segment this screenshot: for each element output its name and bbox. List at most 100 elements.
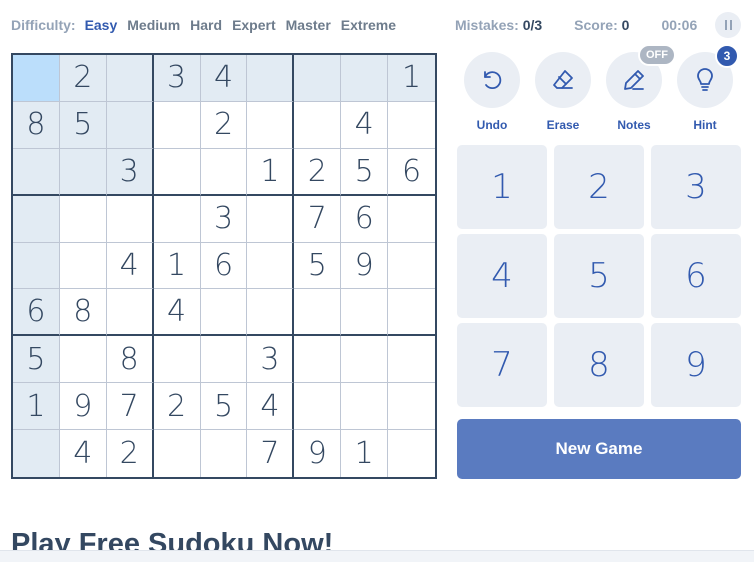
numpad-key[interactable]: 8 <box>554 323 644 407</box>
sudoku-cell[interactable] <box>247 289 295 337</box>
numpad-key[interactable]: 1 <box>457 145 547 229</box>
undo-button[interactable]: Undo <box>463 52 521 132</box>
sudoku-cell[interactable] <box>59 195 107 243</box>
numpad-key[interactable]: 4 <box>457 234 547 318</box>
difficulty-hard[interactable]: Hard <box>190 17 222 33</box>
sudoku-cell[interactable] <box>106 195 154 243</box>
sudoku-cell[interactable]: 5 <box>59 101 107 149</box>
sudoku-cell[interactable]: 1 <box>247 148 295 196</box>
sudoku-cell[interactable] <box>294 289 342 337</box>
sudoku-cell[interactable]: 2 <box>200 101 248 149</box>
sudoku-cell[interactable] <box>388 289 435 337</box>
difficulty-extreme[interactable]: Extreme <box>341 17 396 33</box>
sudoku-cell[interactable] <box>153 195 201 243</box>
sudoku-cell[interactable]: 1 <box>388 55 435 102</box>
sudoku-cell[interactable] <box>13 242 60 290</box>
sudoku-cell[interactable] <box>153 336 201 384</box>
sudoku-cell[interactable]: 5 <box>341 148 389 196</box>
sudoku-cell[interactable] <box>153 148 201 196</box>
sudoku-cell[interactable] <box>388 243 435 290</box>
sudoku-cell[interactable]: 1 <box>153 242 201 290</box>
numpad-key[interactable]: 6 <box>651 234 741 318</box>
notes-button[interactable]: OFF Notes <box>605 44 676 132</box>
sudoku-cell[interactable] <box>13 148 60 196</box>
sudoku-cell[interactable]: 9 <box>59 383 107 431</box>
sudoku-cell[interactable] <box>247 242 295 290</box>
sudoku-cell[interactable] <box>59 242 107 290</box>
sudoku-cell[interactable] <box>247 55 295 102</box>
sudoku-cell[interactable]: 5 <box>13 336 60 384</box>
sudoku-cell[interactable]: 1 <box>13 383 60 431</box>
sudoku-cell[interactable] <box>247 101 295 149</box>
sudoku-cell[interactable] <box>59 148 107 196</box>
sudoku-cell[interactable] <box>294 336 342 384</box>
difficulty-easy[interactable]: Easy <box>85 17 118 33</box>
difficulty-master[interactable]: Master <box>286 17 331 33</box>
sudoku-cell[interactable] <box>13 195 60 243</box>
sudoku-cell[interactable] <box>13 55 60 102</box>
sudoku-cell[interactable]: 4 <box>106 242 154 290</box>
numpad-key[interactable]: 2 <box>554 145 644 229</box>
sudoku-cell[interactable] <box>201 430 248 477</box>
numpad-key[interactable]: 7 <box>457 323 547 407</box>
sudoku-cell[interactable] <box>13 430 60 477</box>
sudoku-cell[interactable]: 3 <box>106 148 154 196</box>
sudoku-cell[interactable]: 2 <box>107 430 154 477</box>
sudoku-cell[interactable]: 4 <box>247 383 295 431</box>
sudoku-cell[interactable]: 3 <box>153 55 201 102</box>
sudoku-cell[interactable] <box>388 102 435 149</box>
sudoku-cell[interactable] <box>341 55 389 102</box>
sudoku-cell[interactable]: 2 <box>153 383 201 431</box>
sudoku-cell[interactable]: 2 <box>59 55 107 102</box>
new-game-button[interactable]: New Game <box>457 419 741 479</box>
sudoku-cell[interactable]: 8 <box>13 101 60 149</box>
sudoku-cell[interactable] <box>106 289 154 337</box>
numpad-key[interactable]: 3 <box>651 145 741 229</box>
sudoku-cell[interactable] <box>341 336 389 384</box>
sudoku-cell[interactable]: 4 <box>341 101 389 149</box>
sudoku-cell[interactable] <box>200 148 248 196</box>
sudoku-cell[interactable]: 3 <box>200 195 248 243</box>
sudoku-cell[interactable] <box>106 101 154 149</box>
sudoku-cell[interactable] <box>200 289 248 337</box>
difficulty-expert[interactable]: Expert <box>232 17 276 33</box>
sudoku-cell[interactable] <box>247 195 295 243</box>
sudoku-cell[interactable]: 6 <box>200 242 248 290</box>
sudoku-cell[interactable]: 9 <box>341 242 389 290</box>
sudoku-cell[interactable]: 6 <box>13 289 60 337</box>
sudoku-cell[interactable] <box>106 55 154 102</box>
sudoku-cell[interactable] <box>388 430 435 477</box>
sudoku-cell[interactable] <box>388 196 435 243</box>
sudoku-cell[interactable]: 5 <box>200 383 248 431</box>
difficulty-medium[interactable]: Medium <box>127 17 180 33</box>
sudoku-cell[interactable]: 7 <box>247 430 295 477</box>
hint-button[interactable]: 3 Hint <box>676 44 739 132</box>
numpad-key[interactable]: 5 <box>554 234 644 318</box>
sudoku-cell[interactable]: 4 <box>153 289 201 337</box>
sudoku-cell[interactable]: 2 <box>294 148 342 196</box>
sudoku-cell[interactable]: 5 <box>294 242 342 290</box>
sudoku-cell[interactable]: 8 <box>59 289 107 337</box>
sudoku-cell[interactable] <box>388 336 435 384</box>
sudoku-cell[interactable] <box>154 430 201 477</box>
sudoku-cell[interactable]: 7 <box>294 195 342 243</box>
sudoku-cell[interactable]: 9 <box>294 430 342 477</box>
numpad-key[interactable]: 9 <box>651 323 741 407</box>
erase-button[interactable]: Erase <box>534 52 592 132</box>
sudoku-cell[interactable]: 4 <box>200 55 248 102</box>
sudoku-cell[interactable] <box>59 336 107 384</box>
sudoku-cell[interactable] <box>294 101 342 149</box>
sudoku-cell[interactable]: 6 <box>388 149 435 196</box>
sudoku-cell[interactable]: 8 <box>106 336 154 384</box>
sudoku-cell[interactable] <box>388 383 435 431</box>
sudoku-cell[interactable]: 3 <box>247 336 295 384</box>
sudoku-cell[interactable] <box>341 383 389 431</box>
sudoku-cell[interactable]: 6 <box>341 195 389 243</box>
sudoku-cell[interactable]: 4 <box>60 430 107 477</box>
pause-button[interactable] <box>715 12 741 38</box>
sudoku-cell[interactable] <box>341 289 389 337</box>
sudoku-cell[interactable] <box>200 336 248 384</box>
sudoku-cell[interactable]: 7 <box>106 383 154 431</box>
sudoku-cell[interactable] <box>153 101 201 149</box>
sudoku-cell[interactable] <box>294 55 342 102</box>
